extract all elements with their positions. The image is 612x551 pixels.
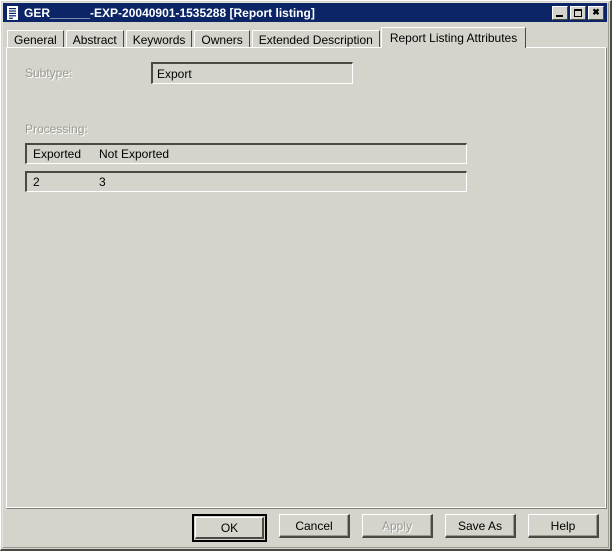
apply-button: Apply <box>362 514 433 538</box>
close-button[interactable]: ✖ <box>588 6 604 20</box>
close-icon: ✖ <box>589 7 603 19</box>
cancel-button-label: Cancel <box>295 519 332 533</box>
maximize-icon <box>574 9 582 17</box>
help-button-label: Help <box>551 519 576 533</box>
minimize-button[interactable] <box>552 6 568 20</box>
ok-button-label: OK <box>221 521 238 535</box>
tab-keywords[interactable]: Keywords <box>126 30 193 48</box>
save-as-button-label: Save As <box>458 519 502 533</box>
help-button[interactable]: Help <box>528 514 599 538</box>
tab-owners[interactable]: Owners <box>194 30 249 48</box>
subtype-input[interactable]: Export <box>151 62 353 84</box>
cell-exported-count: 2 <box>27 175 93 189</box>
dialog-window: GER______-EXP-20040901-1535288 [Report l… <box>0 0 612 551</box>
tab-label: Extended Description <box>259 33 373 47</box>
tab-extended-description[interactable]: Extended Description <box>252 30 380 48</box>
processing-header-row: Exported Not Exported <box>25 143 467 164</box>
dialog-button-bar: OK Cancel Apply Save As Help <box>6 514 607 546</box>
subtype-label: Subtype: <box>25 66 72 80</box>
tab-label: Keywords <box>133 33 186 47</box>
title-bar[interactable]: GER______-EXP-20040901-1535288 [Report l… <box>3 3 607 22</box>
save-as-button[interactable]: Save As <box>445 514 516 538</box>
tab-general[interactable]: General <box>7 30 64 48</box>
window-title: GER______-EXP-20040901-1535288 [Report l… <box>24 6 315 20</box>
ok-button[interactable]: OK <box>192 514 267 542</box>
column-header-not-exported: Not Exported <box>93 147 293 161</box>
processing-data-row[interactable]: 2 3 <box>25 171 467 192</box>
apply-button-label: Apply <box>382 519 412 533</box>
processing-label: Processing: <box>25 122 88 136</box>
subtype-value: Export <box>157 67 192 81</box>
tab-content-panel: Subtype: Export Processing: Exported Not… <box>6 47 607 509</box>
panel-inner-bevel <box>7 48 606 508</box>
minimize-icon <box>556 15 563 17</box>
tab-strip: General Abstract Keywords Owners Extende… <box>7 27 605 48</box>
tab-report-listing-attributes[interactable]: Report Listing Attributes <box>381 27 526 48</box>
tab-label: Abstract <box>73 33 117 47</box>
tab-label: General <box>14 33 57 47</box>
cancel-button[interactable]: Cancel <box>279 514 350 538</box>
tab-label: Owners <box>201 33 242 47</box>
window-controls: ✖ <box>552 6 607 20</box>
document-listing-icon <box>6 6 19 20</box>
tab-label: Report Listing Attributes <box>390 31 517 45</box>
column-header-exported: Exported <box>27 147 93 161</box>
tab-abstract[interactable]: Abstract <box>66 30 124 48</box>
cell-not-exported-count: 3 <box>93 175 293 189</box>
maximize-button[interactable] <box>570 6 586 20</box>
